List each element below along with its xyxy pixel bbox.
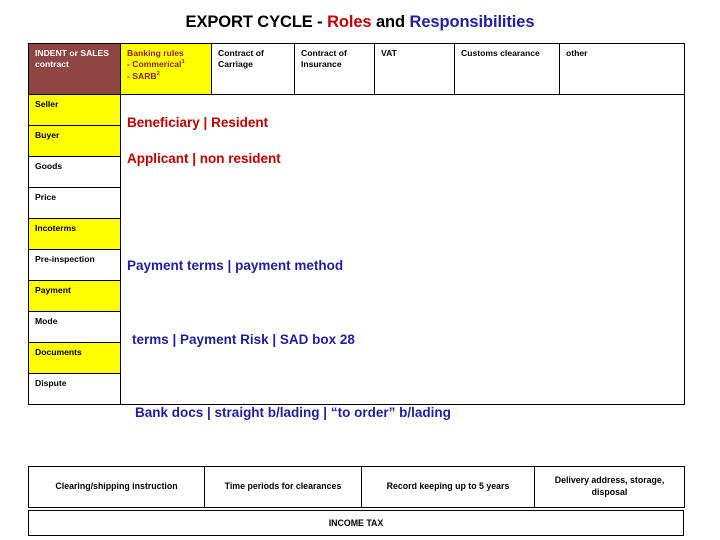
banking-rules-label: Banking rules	[127, 48, 184, 58]
stub-cell-buyer: Buyer	[28, 125, 121, 157]
income-tax-label: INCOME TAX	[28, 510, 684, 536]
stub-cell-documents: Documents	[28, 342, 121, 374]
phrase-payment-terms-method: Payment terms | payment method	[127, 258, 344, 273]
header-cell-other: other	[559, 43, 685, 95]
header-cell-customs-clearance: Customs clearance	[454, 43, 560, 95]
bottom-box-delivery-address-storage: Delivery address, storage, disposal	[534, 466, 685, 508]
stub-cell-seller: Seller	[28, 94, 121, 126]
banking-sub1-text: - Commerical	[127, 59, 182, 70]
stub-cell-incoterms: Incoterms	[28, 218, 121, 250]
bottom-box-clearing-shipping-instruction: Clearing/shipping instruction	[28, 466, 205, 508]
stub-cell-pre-inspection: Pre-inspection	[28, 249, 121, 281]
banking-sub2-superscript: 2	[156, 70, 160, 77]
matrix-row-seller: Seller Beneficiary | Resident Applicant …	[28, 94, 685, 419]
title-segment-prefix: EXPORT CYCLE -	[185, 13, 328, 31]
export-cycle-matrix: INDENT or SALES contract Banking rules -…	[28, 43, 685, 419]
header-cell-vat: VAT	[374, 43, 455, 95]
banking-sub1-superscript: 1	[181, 59, 185, 66]
header-cell-indent-sales-contract: INDENT or SALES contract	[28, 43, 121, 95]
banking-sub2-text: - SARB	[127, 70, 157, 81]
income-tax-row: INCOME TAX	[28, 510, 684, 536]
header-cell-banking-rules: Banking rules - Commerical1 - SARB2	[120, 43, 212, 95]
header-cell-contract-of-insurance: Contract of Insurance	[294, 43, 375, 95]
phrase-bank-docs-bills-of-lading: Bank docs | straight b/lading | “to orde…	[135, 405, 451, 420]
phrase-terms-payment-risk-sad: terms | Payment Risk | SAD box 28	[132, 332, 355, 347]
banking-rules-sub-sarb: - SARB2	[127, 71, 206, 82]
phrase-applicant-non-resident: Applicant | non resident	[127, 151, 281, 166]
header-cell-contract-of-carriage: Contract of Carriage	[211, 43, 295, 95]
bottom-process-boxes: Clearing/shipping instruction Time perio…	[28, 466, 685, 508]
title-segment-roles: Roles	[327, 13, 372, 31]
phrase-beneficiary-resident: Beneficiary | Resident	[127, 115, 269, 130]
bottom-box-time-periods-for-clearances: Time periods for clearances	[204, 466, 362, 508]
stub-cell-dispute: Dispute	[28, 373, 121, 405]
stub-cell-goods: Goods	[28, 156, 121, 188]
title-segment-responsibilities: Responsibilities	[409, 13, 535, 31]
bottom-boxes-row: Clearing/shipping instruction Time perio…	[28, 466, 685, 508]
stub-cell-mode: Mode	[28, 311, 121, 343]
banking-rules-sub-commercial: - Commerical1	[127, 59, 206, 70]
stub-cell-payment: Payment	[28, 280, 121, 312]
page-title: EXPORT CYCLE - Roles and Responsibilitie…	[0, 13, 720, 32]
matrix-content-panel: Beneficiary | Resident Applicant | non r…	[120, 94, 685, 419]
matrix-header-row: INDENT or SALES contract Banking rules -…	[28, 43, 685, 95]
income-tax-bar: INCOME TAX	[28, 510, 684, 536]
bottom-box-record-keeping: Record keeping up to 5 years	[361, 466, 535, 508]
title-segment-and: and	[371, 13, 410, 31]
stub-cell-price: Price	[28, 187, 121, 219]
